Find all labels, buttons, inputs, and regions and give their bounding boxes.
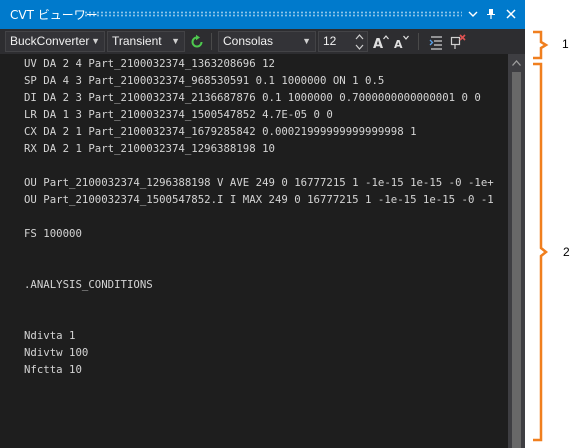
text-line: [24, 311, 509, 327]
word-wrap-icon[interactable]: [427, 32, 445, 51]
drag-grip[interactable]: [84, 11, 462, 17]
scroll-up-icon[interactable]: [508, 58, 525, 70]
text-line: FS 100000: [24, 227, 82, 240]
annotation-bracket-2: [533, 62, 549, 442]
increase-font-icon[interactable]: A: [372, 32, 390, 52]
text-line: UV DA 2 4 Part_2100032374_1363208696 12: [24, 57, 275, 70]
text-line: [24, 243, 509, 259]
svg-text:A: A: [373, 37, 383, 50]
text-line: OU Part_2100032374_1500547852.I I MAX 24…: [24, 193, 494, 206]
text-line: CX DA 2 1 Part_2100032374_1679285842 0.0…: [24, 125, 417, 138]
text-line: [24, 209, 509, 225]
vertical-scrollbar[interactable]: [508, 54, 525, 448]
annotation-label-1: 1: [562, 37, 569, 51]
font-family-select[interactable]: Consolas ▼: [218, 31, 316, 52]
chevron-down-icon: ▼: [91, 36, 100, 46]
analysis-select[interactable]: Transient ▼: [107, 31, 185, 52]
viewer-toolbar: BuckConverter ▼ Transient ▼ Consolas ▼ 1…: [0, 29, 525, 54]
pin-icon[interactable]: [482, 4, 500, 24]
text-line: Ndivta 1: [24, 329, 76, 342]
text-line: SP DA 4 3 Part_2100032374_968530591 0.1 …: [24, 74, 385, 87]
refresh-icon[interactable]: [188, 32, 206, 51]
text-line: Ndivtw 100: [24, 346, 89, 359]
annotation-label-2: 2: [563, 245, 570, 259]
text-line: .ANALYSIS_CONDITIONS: [24, 278, 153, 291]
clear-output-icon[interactable]: [449, 32, 467, 51]
toolbar-separator: [418, 33, 419, 50]
text-line: [24, 294, 509, 310]
text-line: Nfctta 10: [24, 363, 82, 376]
text-line: DI DA 2 3 Part_2100032374_2136687876 0.1…: [24, 91, 481, 104]
panel-title-bar[interactable]: CVT ビューワー: [0, 0, 525, 29]
text-line: [24, 158, 509, 174]
chevron-down-icon: ▼: [302, 36, 311, 46]
decrease-font-icon[interactable]: A: [393, 32, 411, 51]
chevron-down-icon: ▼: [171, 36, 180, 46]
cvt-text-view[interactable]: UV DA 2 4 Part_2100032374_1363208696 12 …: [0, 54, 509, 448]
analysis-select-value: Transient: [112, 34, 162, 48]
text-line: [24, 260, 509, 276]
text-line: LR DA 1 3 Part_2100032374_1500547852 4.7…: [24, 108, 333, 121]
model-select[interactable]: BuckConverter ▼: [5, 31, 105, 52]
font-family-value: Consolas: [223, 34, 274, 48]
font-size-spinner[interactable]: [353, 31, 366, 52]
annotation-bracket-1: [533, 30, 549, 60]
font-size-value: 12: [323, 34, 337, 48]
dropdown-menu-icon[interactable]: [464, 4, 482, 24]
text-line: RX DA 2 1 Part_2100032374_1296388198 10: [24, 142, 275, 155]
text-line: OU Part_2100032374_1296388198 V AVE 249 …: [24, 176, 494, 189]
toolbar-separator: [211, 33, 212, 50]
svg-text:A: A: [394, 38, 403, 50]
cvt-viewer-panel: CVT ビューワー BuckConverter ▼ Transient ▼ Co…: [0, 0, 525, 448]
model-select-value: BuckConverter: [10, 34, 90, 48]
close-icon[interactable]: [502, 4, 520, 24]
scroll-thumb[interactable]: [512, 72, 521, 448]
